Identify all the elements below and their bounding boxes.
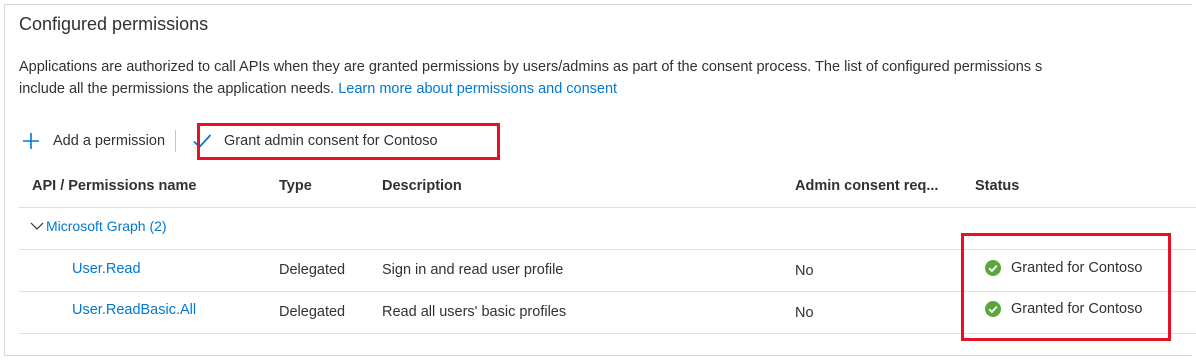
success-check-icon xyxy=(985,301,1001,317)
grant-admin-consent-label: Grant admin consent for Contoso xyxy=(224,133,438,149)
chevron-down-icon xyxy=(30,219,44,233)
admin-consent-required: No xyxy=(795,305,814,321)
learn-more-link[interactable]: Learn more about permissions and consent xyxy=(338,81,617,97)
header-divider xyxy=(19,207,1196,208)
column-header-description: Description xyxy=(382,178,462,194)
permission-name-link[interactable]: User.ReadBasic.All xyxy=(72,302,196,318)
admin-consent-required: No xyxy=(795,263,814,279)
toolbar-divider xyxy=(175,130,177,152)
status-text: Granted for Contoso xyxy=(1011,260,1143,276)
group-label: Microsoft Graph (2) xyxy=(46,218,167,234)
checkmark-icon xyxy=(192,131,212,151)
permission-description: Read all users' basic profiles xyxy=(382,304,567,320)
status-text: Granted for Contoso xyxy=(1011,301,1143,317)
add-permission-button[interactable]: Add a permission xyxy=(19,124,173,158)
table-header: API / Permissions name Type Description … xyxy=(0,170,1196,206)
permission-type: Delegated xyxy=(279,262,346,278)
permissions-toolbar: Add a permission Grant admin consent for… xyxy=(19,124,448,158)
row-divider xyxy=(19,291,1196,292)
column-header-status: Status xyxy=(975,178,1020,194)
column-header-admin-consent: Admin consent req... xyxy=(795,178,939,194)
permission-description: Sign in and read user profile xyxy=(382,262,564,278)
column-header-type: Type xyxy=(279,178,312,194)
permission-name-link[interactable]: User.Read xyxy=(72,261,141,277)
group-microsoft-graph[interactable]: Microsoft Graph (2) xyxy=(30,218,167,234)
row-divider xyxy=(19,333,1196,334)
description-line-1: Applications are authorized to call APIs… xyxy=(19,59,1043,75)
section-title: Configured permissions xyxy=(19,14,209,34)
status-badge: Granted for Contoso xyxy=(985,301,1142,317)
plus-icon xyxy=(21,131,41,151)
group-divider xyxy=(19,249,1196,250)
success-check-icon xyxy=(985,260,1001,276)
description-line-2-text: include all the permissions the applicat… xyxy=(19,81,339,97)
add-permission-label: Add a permission xyxy=(53,133,166,149)
status-badge: Granted for Contoso xyxy=(985,260,1142,276)
permission-type: Delegated xyxy=(279,304,346,320)
grant-admin-consent-button[interactable]: Grant admin consent for Contoso xyxy=(180,124,448,158)
section-description: Applications are authorized to call APIs… xyxy=(19,56,1189,100)
column-header-name: API / Permissions name xyxy=(32,178,197,194)
description-line-2: include all the permissions the applicat… xyxy=(19,78,1189,100)
